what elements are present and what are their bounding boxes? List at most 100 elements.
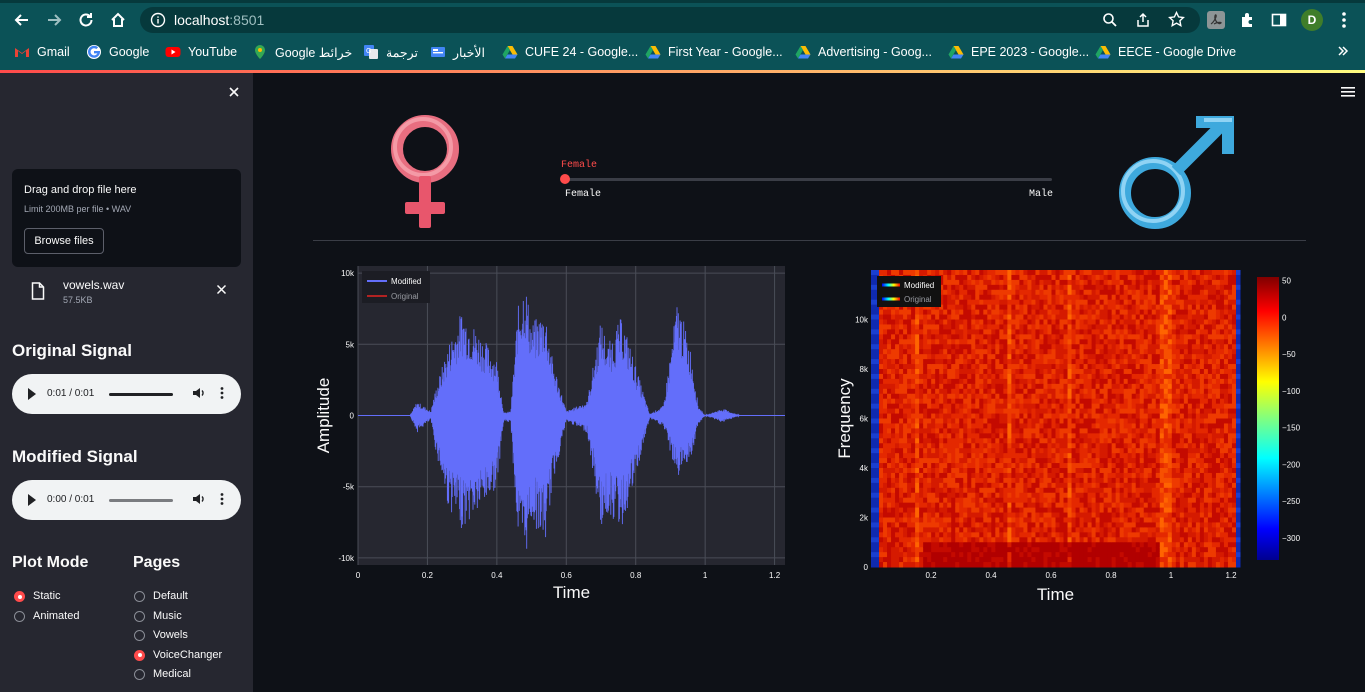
- x-tick-label: 0.6: [561, 571, 573, 580]
- bookmark-label: Google: [109, 45, 150, 59]
- bookmark-9[interactable]: Advertising - Goog...: [795, 40, 932, 64]
- audio-time: 0:00 / 0:01: [47, 494, 95, 505]
- plot-mode-radio-animated[interactable]: [14, 610, 25, 622]
- back-icon[interactable]: [10, 8, 34, 32]
- extensions-icon[interactable]: [1236, 8, 1260, 32]
- browser-chrome: localhost:8501 D GmailGoogleYouTubeGo: [0, 0, 1365, 73]
- colorbar-tick-label: −100: [1282, 387, 1301, 396]
- y-tick-label: -5k: [343, 483, 355, 492]
- url-port: :8501: [229, 12, 265, 28]
- female-symbol-icon: [391, 115, 459, 228]
- modified-signal-heading: Modified Signal: [12, 447, 138, 466]
- bookmark-11[interactable]: EECE - Google Drive: [1095, 40, 1236, 64]
- volume-icon[interactable]: [192, 386, 206, 405]
- bookmark-label: First Year - Google...: [668, 45, 783, 59]
- bookmark-star-icon[interactable]: [1168, 10, 1185, 33]
- colorbar-tick-label: −200: [1282, 460, 1301, 469]
- home-icon[interactable]: [106, 8, 130, 32]
- y-tick-label: 0: [350, 412, 355, 421]
- slider-min-label: Female: [565, 189, 602, 200]
- bookmark-2[interactable]: Google: [86, 40, 149, 64]
- y-tick-label: 10k: [341, 269, 355, 278]
- file-icon: [31, 282, 45, 305]
- bookmark-5[interactable]: G ترجمة: [363, 40, 418, 64]
- browser-toolbar: localhost:8501 D: [0, 3, 1365, 37]
- drive-icon: [948, 44, 964, 60]
- close-sidebar-icon[interactable]: [228, 85, 240, 103]
- spectrogram-chart[interactable]: 0.2 0.4 0.6 0.8 1 1.2 10k 8k 6k 4k 2k 0 Modified Orig…: [825, 258, 1305, 608]
- x-tick-label: 0: [356, 571, 361, 580]
- translate-icon: G: [363, 44, 379, 60]
- slider-track[interactable]: [565, 178, 1052, 181]
- address-bar[interactable]: localhost:8501: [140, 7, 1200, 33]
- drive-icon: [502, 44, 518, 60]
- x-tick-label: 0.6: [1045, 571, 1057, 580]
- voice-gender-slider: Female Female Male: [560, 158, 1060, 208]
- legend-label: Modified: [391, 277, 421, 286]
- gmail-icon: [14, 44, 30, 60]
- y-tick-label: -10k: [338, 554, 355, 563]
- bookmark-label: YouTube: [188, 45, 238, 59]
- x-tick-label: 0.8: [630, 571, 642, 580]
- bookmark-3[interactable]: YouTube: [165, 40, 237, 64]
- modified-audio-player: 0:00 / 0:01: [12, 480, 241, 520]
- url-text: localhost:8501: [174, 12, 264, 28]
- audio-progress-bar[interactable]: [109, 393, 173, 396]
- audio-options-icon[interactable]: [220, 386, 224, 405]
- slider-thumb[interactable]: [560, 174, 570, 184]
- play-icon[interactable]: [28, 494, 36, 506]
- legend-swatch: [882, 297, 900, 301]
- bookmarks-overflow-icon[interactable]: [1337, 44, 1349, 63]
- bookmark-label: Gmail: [37, 45, 70, 59]
- bookmark-4[interactable]: Google خرائط: [252, 40, 352, 64]
- bookmark-label: الأخبار: [453, 45, 485, 60]
- audio-progress-bar[interactable]: [109, 499, 173, 502]
- reload-icon[interactable]: [74, 8, 98, 32]
- colorbar-tick-label: 0: [1282, 313, 1287, 322]
- bookmark-7[interactable]: CUFE 24 - Google...: [502, 40, 638, 64]
- x-tick-label: 0.2: [422, 571, 434, 580]
- plot-mode-option-label: Animated: [33, 609, 80, 622]
- browser-menu-icon[interactable]: [1332, 8, 1356, 32]
- plot-mode-heading: Plot Mode: [12, 554, 89, 571]
- file-size: 57.5KB: [63, 295, 93, 305]
- bookmark-6[interactable]: الأخبار: [430, 40, 485, 64]
- sidepanel-icon[interactable]: [1267, 8, 1291, 32]
- original-audio-player: 0:01 / 0:01: [12, 374, 241, 414]
- zoom-icon[interactable]: [1102, 12, 1118, 33]
- site-info-icon[interactable]: [150, 12, 166, 33]
- file-uploader-dropzone[interactable]: Drag and drop file here Limit 200MB per …: [12, 169, 241, 267]
- share-icon[interactable]: [1135, 12, 1151, 33]
- x-tick-label: 1: [1169, 571, 1174, 580]
- remove-file-icon[interactable]: [216, 282, 227, 300]
- forward-icon[interactable]: [42, 8, 66, 32]
- x-axis-title: Time: [1037, 585, 1074, 604]
- legend-swatch: [882, 283, 900, 287]
- waveform-chart[interactable]: 0 0.2 0.4 0.6 0.8 1 1.2 10k 5k 0 -5k -10k Modified Or…: [305, 258, 795, 608]
- play-icon[interactable]: [28, 388, 36, 400]
- page-radio-voicechanger[interactable]: [134, 649, 145, 661]
- pdf-extension-icon[interactable]: [1204, 8, 1228, 32]
- x-axis-title: Time: [553, 583, 590, 602]
- page-radio-vowels[interactable]: [134, 630, 145, 641]
- browse-files-button[interactable]: Browse files: [24, 228, 104, 254]
- bookmark-8[interactable]: First Year - Google...: [645, 40, 783, 64]
- y-tick-label: 2k: [860, 514, 869, 523]
- colorbar-tick-label: 50: [1282, 277, 1291, 286]
- bookmark-label: EECE - Google Drive: [1118, 45, 1237, 59]
- colorbar-tick-label: −300: [1282, 534, 1301, 543]
- page-radio-default[interactable]: [134, 591, 145, 602]
- profile-avatar[interactable]: D: [1300, 8, 1324, 32]
- page-radio-medical[interactable]: [134, 669, 145, 680]
- x-tick-label: 1.2: [769, 571, 781, 580]
- audio-options-icon[interactable]: [220, 492, 224, 511]
- hamburger-menu-icon[interactable]: [1341, 85, 1355, 103]
- divider: [313, 240, 1306, 241]
- plot-mode-radio-static[interactable]: [14, 591, 25, 602]
- profile-initial: D: [1301, 9, 1323, 31]
- bookmark-10[interactable]: EPE 2023 - Google...: [948, 40, 1089, 64]
- volume-icon[interactable]: [192, 492, 206, 511]
- page-radio-music[interactable]: [134, 610, 145, 622]
- drive-icon: [645, 44, 661, 60]
- bookmark-1[interactable]: Gmail: [14, 40, 70, 64]
